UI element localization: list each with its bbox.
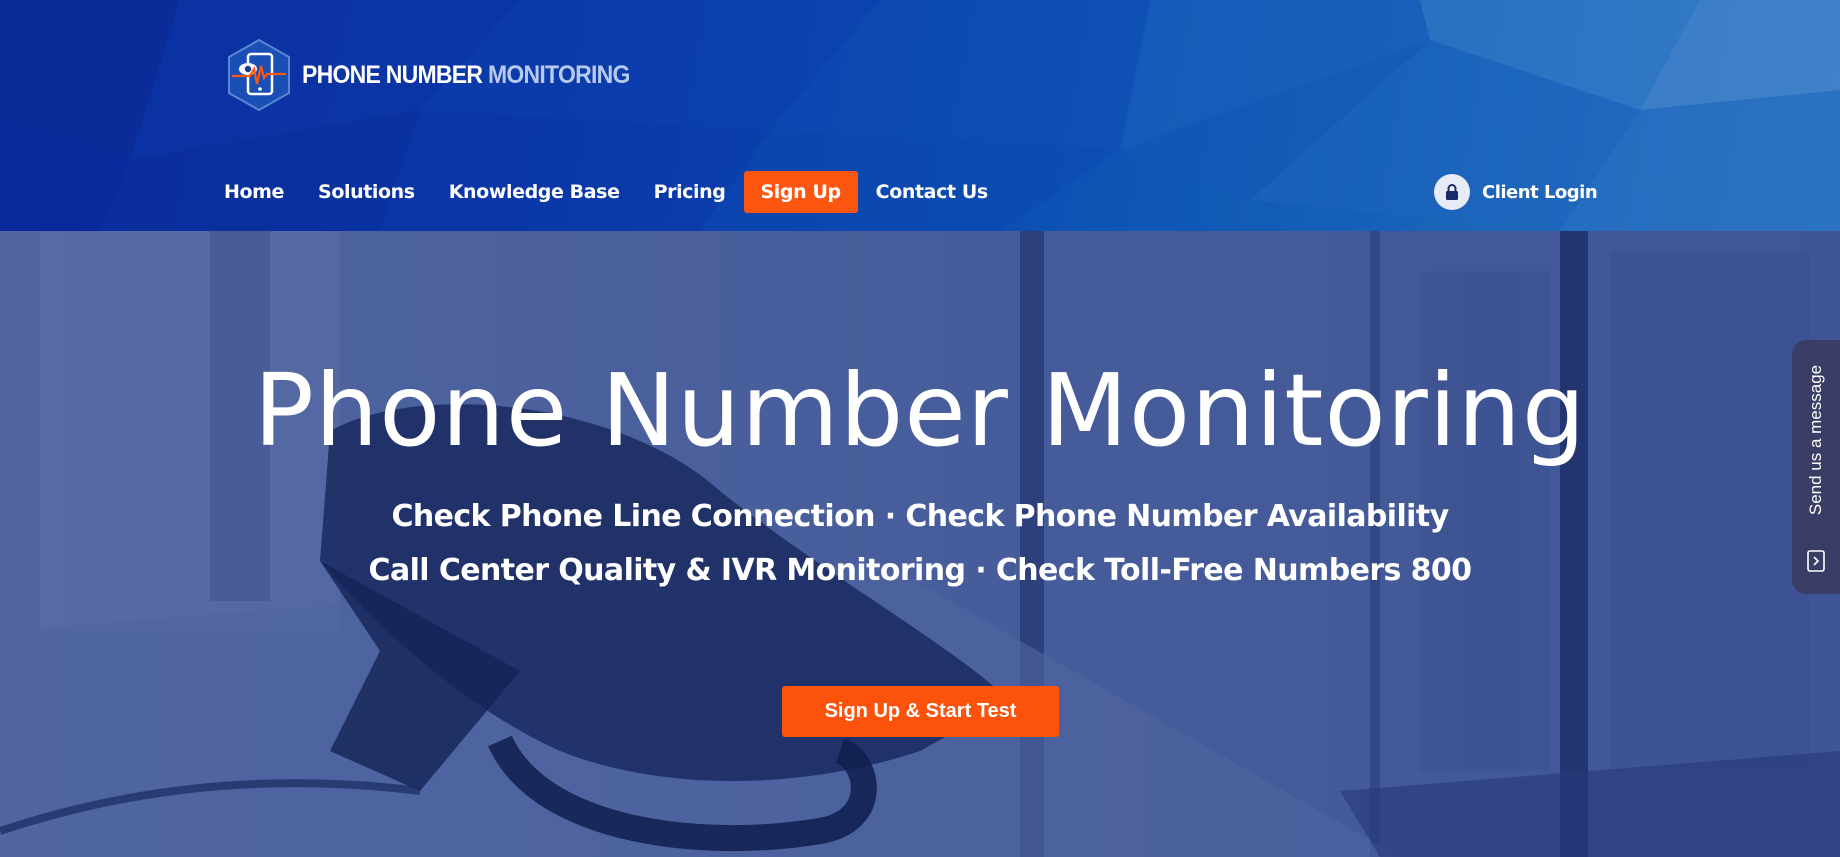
logo-text-accent: MONITORING — [487, 60, 630, 89]
hero-subtitle-line-2: Call Center Quality & IVR Monitoring · C… — [368, 553, 1473, 588]
lock-icon — [1434, 174, 1470, 210]
nav-sign-up[interactable]: Sign Up — [743, 171, 858, 213]
send-message-label: Send us a message — [1806, 364, 1825, 516]
hero-background-image — [0, 231, 1840, 857]
client-login-label: Client Login — [1482, 181, 1598, 203]
nav-pricing[interactable]: Pricing — [637, 171, 743, 213]
sign-up-start-test-button[interactable]: Sign Up & Start Test — [782, 686, 1059, 737]
phone-eye-pulse-icon — [228, 38, 290, 112]
hero-title: Phone Number Monitoring — [253, 352, 1587, 469]
chevron-box-icon — [1807, 550, 1825, 572]
client-login-link[interactable]: Client Login — [1434, 174, 1598, 210]
logo-wordmark: PHONE NUMBER MONITORING — [302, 61, 630, 90]
nav-contact-us[interactable]: Contact Us — [859, 171, 1005, 213]
nav-knowledge-base[interactable]: Knowledge Base — [432, 171, 637, 213]
send-message-tab[interactable]: Send us a message — [1792, 340, 1840, 594]
main-nav: Home Solutions Knowledge Base Pricing Si… — [224, 171, 1005, 213]
hero-section: Phone Number Monitoring Check Phone Line… — [0, 231, 1840, 857]
nav-home[interactable]: Home — [224, 171, 301, 213]
site-logo[interactable]: PHONE NUMBER MONITORING — [226, 38, 658, 112]
hero-subtitle-line-1: Check Phone Line Connection · Check Phon… — [391, 499, 1449, 534]
nav-solutions[interactable]: Solutions — [301, 171, 432, 213]
site-header: PHONE NUMBER MONITORING Home Solutions K… — [0, 0, 1840, 231]
logo-text-primary: PHONE NUMBER — [302, 60, 483, 89]
